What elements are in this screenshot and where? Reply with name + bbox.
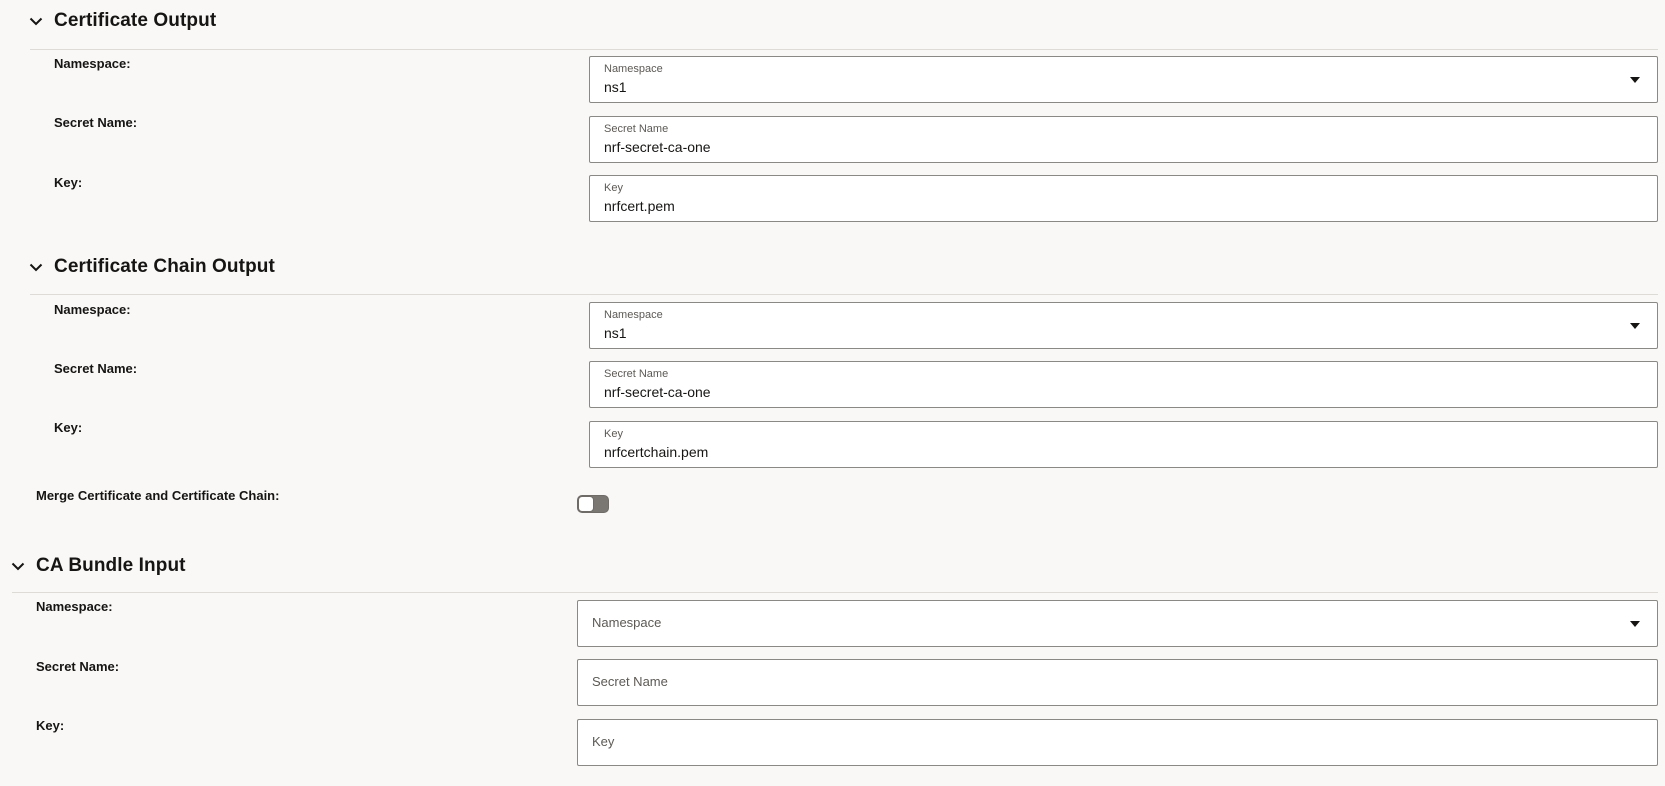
field-label: Secret Name [604, 368, 669, 380]
secret-name-input[interactable]: Secret Name nrf-secret-ca-one [589, 116, 1658, 163]
section-divider [30, 49, 1658, 50]
field-value: ns1 [604, 325, 627, 341]
section-divider [12, 592, 1658, 593]
secret-name-label: Secret Name: [54, 115, 138, 130]
section-divider [30, 294, 1658, 295]
merge-certificate-label: Merge Certificate and Certificate Chain: [36, 488, 280, 503]
secret-name-input[interactable]: Secret Name [577, 659, 1658, 706]
field-label: Namespace [604, 309, 663, 321]
field-value: nrfcertchain.pem [604, 444, 709, 460]
field-value: nrf-secret-ca-one [604, 139, 711, 155]
namespace-label: Namespace: [54, 302, 131, 317]
field-label: Key [604, 428, 623, 440]
field-placeholder: Namespace [592, 615, 662, 630]
key-label: Key: [36, 718, 65, 733]
section-title: CA Bundle Input [36, 555, 186, 576]
field-value: ns1 [604, 79, 627, 95]
merge-certificate-toggle[interactable] [577, 495, 609, 513]
field-value: nrfcert.pem [604, 198, 675, 214]
namespace-select[interactable]: Namespace ns1 [589, 56, 1658, 103]
chevron-down-icon[interactable] [10, 558, 26, 574]
key-label: Key: [54, 175, 83, 190]
namespace-label: Namespace: [36, 599, 113, 614]
namespace-select[interactable]: Namespace ns1 [589, 302, 1658, 349]
toggle-knob [578, 496, 594, 512]
key-input[interactable]: Key [577, 719, 1658, 766]
key-label: Key: [54, 420, 83, 435]
section-header-certificate-chain-output[interactable]: Certificate Chain Output [28, 253, 275, 281]
secret-name-label: Secret Name: [54, 361, 138, 376]
chevron-down-icon[interactable] [28, 13, 44, 29]
chevron-down-icon[interactable] [28, 259, 44, 275]
namespace-label: Namespace: [54, 56, 131, 71]
section-header-ca-bundle-input[interactable]: CA Bundle Input [10, 552, 186, 580]
caret-down-icon[interactable] [1629, 321, 1641, 331]
namespace-select[interactable]: Namespace [577, 600, 1658, 647]
section-title: Certificate Chain Output [54, 256, 275, 277]
field-label: Namespace [604, 63, 663, 75]
key-input[interactable]: Key nrfcertchain.pem [589, 421, 1658, 468]
section-title: Certificate Output [54, 10, 217, 31]
section-header-certificate-output[interactable]: Certificate Output [28, 7, 216, 35]
key-input[interactable]: Key nrfcert.pem [589, 175, 1658, 222]
field-label: Secret Name [604, 123, 669, 135]
field-placeholder: Key [592, 734, 615, 749]
caret-down-icon[interactable] [1629, 75, 1641, 85]
secret-name-input[interactable]: Secret Name nrf-secret-ca-one [589, 361, 1658, 408]
field-value: nrf-secret-ca-one [604, 384, 711, 400]
field-label: Key [604, 182, 623, 194]
secret-name-label: Secret Name: [36, 659, 120, 674]
caret-down-icon[interactable] [1629, 619, 1641, 629]
field-placeholder: Secret Name [592, 674, 668, 689]
